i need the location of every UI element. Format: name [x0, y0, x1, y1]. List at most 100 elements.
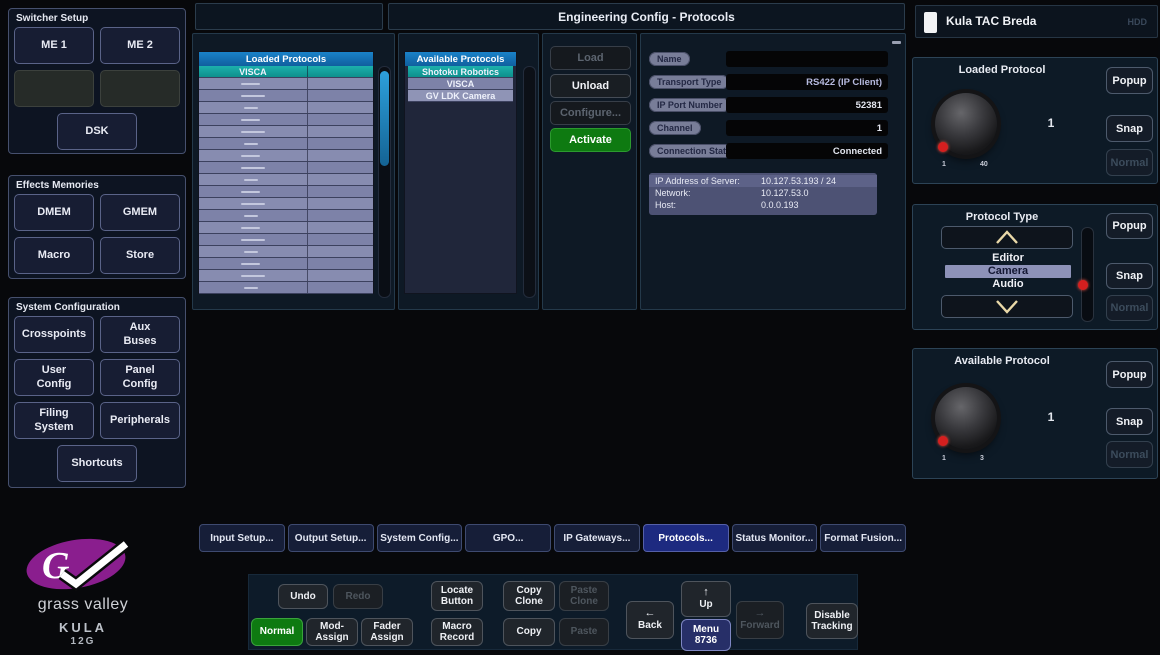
loaded-protocol-empty-row[interactable] [199, 138, 373, 150]
available-protocol-row[interactable]: GV LDK Camera [408, 90, 513, 102]
configure-button[interactable]: Configure... [550, 101, 631, 125]
knob-max-label: 3 [980, 455, 984, 462]
sidebar-button-dmem[interactable]: DMEM [14, 194, 94, 231]
sidebar-button-dsk[interactable]: DSK [57, 113, 137, 150]
sidebar-button-aux-buses[interactable]: Aux Buses [100, 316, 180, 353]
sidebar-button-gmem[interactable]: GMEM [100, 194, 180, 231]
available-protocol-row[interactable]: VISCA [408, 78, 513, 90]
sidebar-button-panel-config[interactable]: Panel Config [100, 359, 180, 396]
loaded-protocol-empty-row[interactable] [199, 258, 373, 270]
ip-info-box: IP Address of Server:10.127.53.193 / 24N… [649, 173, 877, 215]
loaded-normal-button: Normal [1106, 149, 1153, 176]
loaded-protocols-list[interactable]: Loaded Protocols VISCA [198, 51, 374, 294]
config-field-row: Transport TypeRS422 (IP Client) [641, 74, 905, 90]
system-configuration-buttons: CrosspointsAux BusesUser ConfigPanel Con… [14, 316, 180, 482]
loaded-protocol-empty-row[interactable] [199, 174, 373, 186]
loaded-protocol-empty-row[interactable] [199, 186, 373, 198]
loaded-snap-button[interactable]: Snap [1106, 115, 1153, 142]
available-protocols-header: Available Protocols [405, 52, 516, 66]
undo-button[interactable]: Undo [278, 584, 328, 609]
sidebar-button-filing-system[interactable]: Filing System [14, 402, 94, 439]
sidebar-button-store[interactable]: Store [100, 237, 180, 274]
fader-assign-button[interactable]: Fader Assign [361, 618, 413, 646]
locate-button-button[interactable]: Locate Button [431, 581, 483, 611]
mod-assign-button[interactable]: Mod- Assign [306, 618, 358, 646]
field-value-channel[interactable]: 1 [726, 120, 888, 136]
field-value-ip-port-number[interactable]: 52381 [726, 97, 888, 113]
loaded-protocol-empty-row[interactable] [199, 270, 373, 282]
loaded-protocol-value: 1 [1031, 116, 1071, 130]
loaded-protocol-empty-row[interactable] [199, 210, 373, 222]
avail-snap-button[interactable]: Snap [1106, 408, 1153, 435]
unload-button[interactable]: Unload [550, 74, 631, 98]
loaded-protocol-empty-row[interactable] [199, 150, 373, 162]
avail-popup-button[interactable]: Popup [1106, 361, 1153, 388]
protocol-type-option-audio[interactable]: Audio [945, 278, 1071, 291]
field-value-connection-status[interactable]: Connected [726, 143, 888, 159]
loaded-protocols-header: Loaded Protocols [199, 52, 373, 66]
tab-ip-gateways[interactable]: IP Gateways... [554, 524, 640, 552]
placeholder-dash [241, 131, 265, 133]
sidebar-button-crosspoints[interactable]: Crosspoints [14, 316, 94, 353]
normal-button[interactable]: Normal [251, 618, 303, 646]
activate-button[interactable]: Activate [550, 128, 631, 152]
placeholder-dash [244, 215, 258, 217]
sidebar-button-me-2[interactable]: ME 2 [100, 27, 180, 64]
copy-clone-button[interactable]: Copy Clone [503, 581, 555, 611]
tab-status-monitor[interactable]: Status Monitor... [732, 524, 818, 552]
placeholder-dash [241, 275, 265, 277]
tab-format-fusion[interactable]: Format Fusion... [820, 524, 906, 552]
tab-output-setup[interactable]: Output Setup... [288, 524, 374, 552]
ip-info-value: 0.0.0.193 [761, 200, 799, 210]
tab-system-config[interactable]: System Config... [377, 524, 463, 552]
paste-button: Paste [559, 618, 609, 646]
back-button[interactable]: ←Back [626, 601, 674, 639]
protocol-type-option-editor[interactable]: Editor [945, 252, 1071, 265]
knob-max-label: 40 [980, 161, 988, 168]
tab-gpo[interactable]: GPO... [465, 524, 551, 552]
scroll-up-button[interactable] [941, 226, 1073, 249]
loaded-protocol-empty-row[interactable] [199, 78, 373, 90]
available-protocols-scrollbar[interactable] [523, 66, 536, 298]
menu-button[interactable]: Menu 8736 [681, 619, 731, 651]
disable-tracking-button[interactable]: Disable Tracking [806, 603, 858, 639]
copy-button[interactable]: Copy [503, 618, 555, 646]
macro-record-button[interactable]: Macro Record [431, 618, 483, 646]
tab-protocols[interactable]: Protocols... [643, 524, 729, 552]
scroll-down-button[interactable] [941, 295, 1073, 318]
type-snap-button[interactable]: Snap [1106, 263, 1153, 289]
available-protocols-list[interactable]: Available Protocols Shotoku RoboticsVISC… [404, 51, 517, 294]
loaded-protocol-empty-row[interactable] [199, 282, 373, 294]
sidebar-button-peripherals[interactable]: Peripherals [100, 402, 180, 439]
loaded-protocol-row-selected[interactable]: VISCA [199, 66, 373, 78]
sidebar-button-me-1[interactable]: ME 1 [14, 27, 94, 64]
protocol-type-slider[interactable] [1081, 227, 1094, 322]
ip-info-label: Host: [655, 200, 761, 210]
loaded-protocol-empty-row[interactable] [199, 90, 373, 102]
loaded-protocol-empty-row[interactable] [199, 234, 373, 246]
loaded-protocol-empty-row[interactable] [199, 222, 373, 234]
loaded-protocol-empty-row[interactable] [199, 246, 373, 258]
available-protocol-row[interactable]: Shotoku Robotics [408, 66, 513, 78]
sidebar-button-macro[interactable]: Macro [14, 237, 94, 274]
loaded-popup-button[interactable]: Popup [1106, 67, 1153, 94]
loaded-protocol-empty-row[interactable] [199, 162, 373, 174]
tab-input-setup[interactable]: Input Setup... [199, 524, 285, 552]
button-label: Copy Clone [515, 585, 543, 608]
loaded-protocol-empty-row[interactable] [199, 198, 373, 210]
loaded-protocols-scrollbar[interactable] [378, 66, 391, 298]
sidebar-button-shortcuts[interactable]: Shortcuts [57, 445, 137, 482]
minus-icon[interactable] [892, 41, 901, 44]
protocol-type-option-camera[interactable]: Camera [945, 265, 1071, 278]
field-value-name[interactable] [726, 51, 888, 67]
load-button[interactable]: Load [550, 46, 631, 70]
knob-indicator-dot [938, 142, 948, 152]
type-popup-button[interactable]: Popup [1106, 213, 1153, 239]
field-value-transport-type[interactable]: RS422 (IP Client) [726, 74, 888, 90]
scrollbar-thumb[interactable] [380, 71, 389, 166]
up-button[interactable]: ↑Up [681, 581, 731, 617]
loaded-protocol-empty-row[interactable] [199, 114, 373, 126]
loaded-protocol-empty-row[interactable] [199, 126, 373, 138]
sidebar-button-user-config[interactable]: User Config [14, 359, 94, 396]
loaded-protocol-empty-row[interactable] [199, 102, 373, 114]
